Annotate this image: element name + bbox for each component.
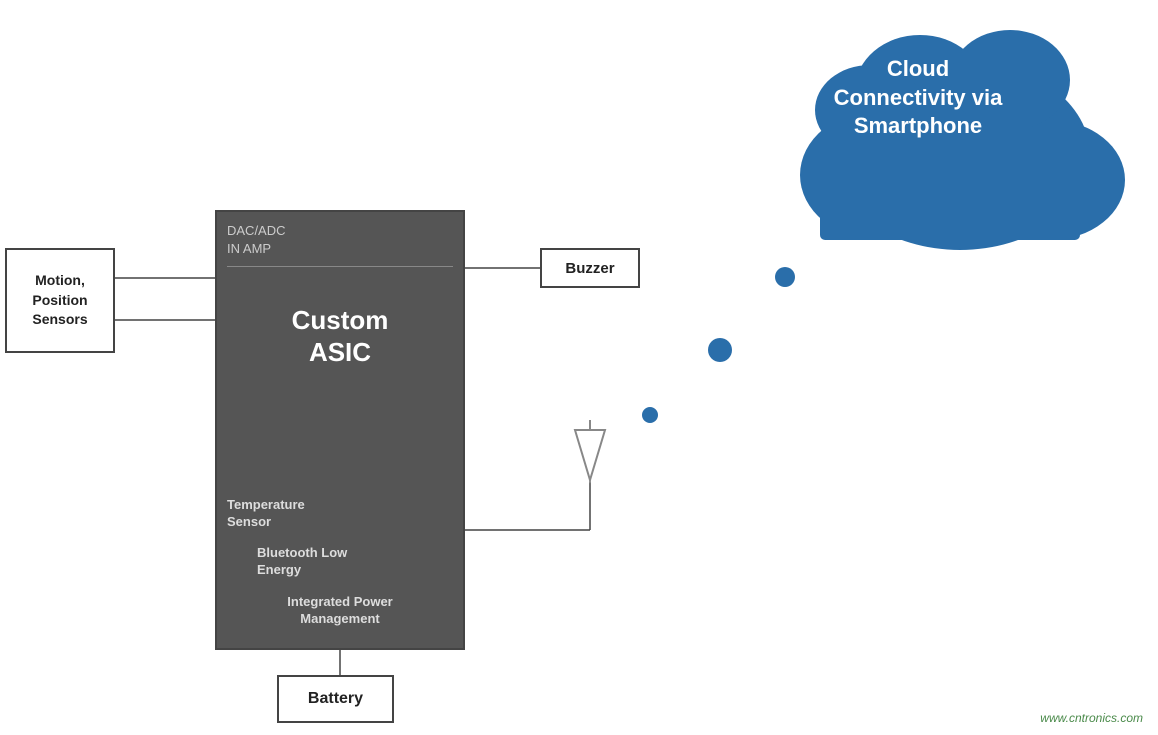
sensors-label: Motion, Position Sensors [32,271,87,330]
cloud-line2: Connectivity via [834,85,1003,110]
buzzer-box: Buzzer [540,248,640,288]
dac-adc-label: DAC/ADC IN AMP [227,222,453,258]
antenna-triangle [575,430,605,480]
power-mgmt-label: Integrated Power Management [227,594,453,628]
dot-1 [775,267,795,287]
dot-2 [708,338,732,362]
cloud-line1: Cloud [887,56,949,81]
ble-label: Bluetooth Low Energy [257,545,453,579]
asic-bottom: Temperature Sensor Bluetooth Low Energy … [227,467,453,638]
battery-label: Battery [308,690,363,708]
website-url: www.cntronics.com [1040,711,1143,725]
cloud-text: Cloud Connectivity via Smartphone [808,55,1028,141]
asic-top: DAC/ADC IN AMP [227,222,453,267]
temp-sensor-label: Temperature Sensor [227,497,453,531]
buzzer-label: Buzzer [565,260,614,277]
battery-box: Battery [277,675,394,723]
dot-3 [642,407,658,423]
cloud-line3: Smartphone [854,113,982,138]
asic-title: Custom ASIC [227,305,453,367]
asic-box: DAC/ADC IN AMP Custom ASIC Temperature S… [215,210,465,650]
sensors-box: Motion, Position Sensors [5,248,115,353]
